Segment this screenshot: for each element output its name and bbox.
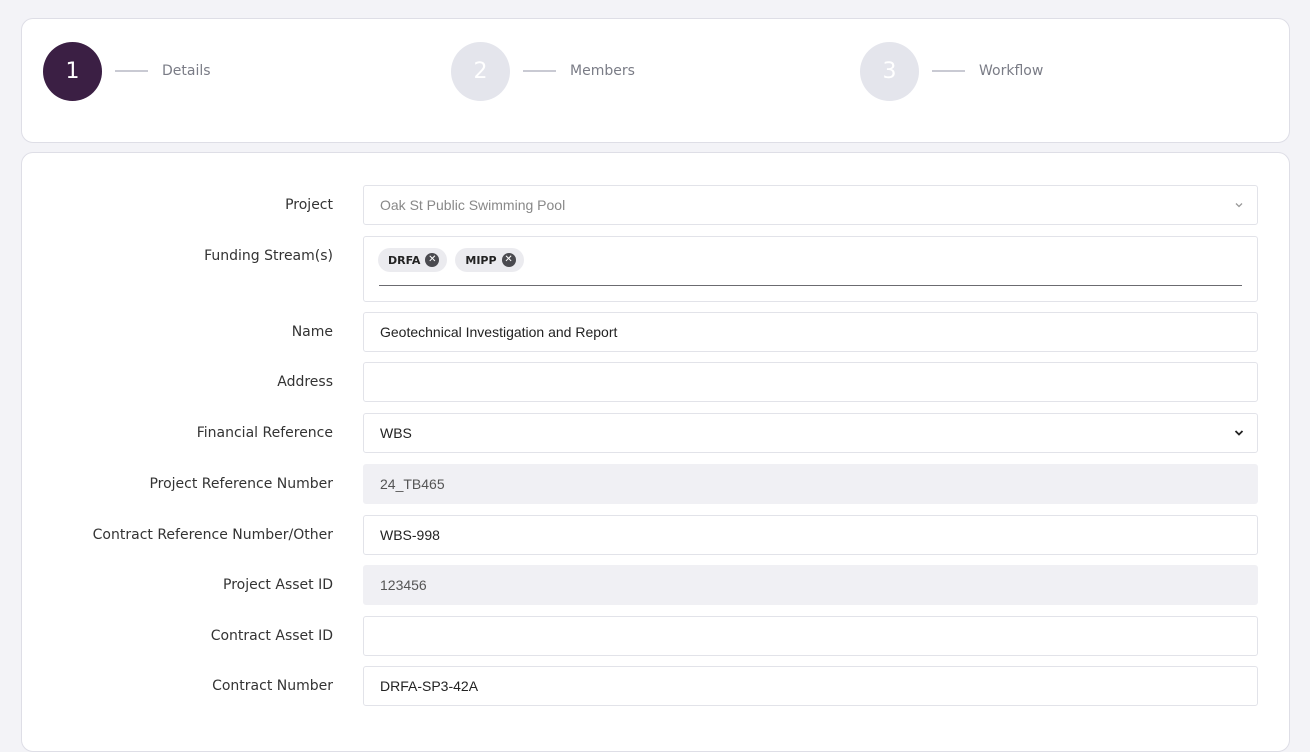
contract-asset-id-label: Contract Asset ID	[210, 628, 333, 644]
step-connector	[523, 70, 556, 72]
step-number: 1	[43, 41, 102, 101]
funding-label: Funding Stream(s)	[204, 248, 333, 264]
project-asset-id-field: 123456	[363, 565, 1258, 605]
contract-number-value: DRFA-SP3-42A	[380, 678, 479, 694]
step-number: 3	[860, 41, 919, 101]
step-connector	[115, 70, 148, 72]
step-workflow[interactable]: 3 Workflow	[860, 41, 1043, 101]
name-label: Name	[291, 324, 333, 340]
step-label: Details	[162, 63, 211, 79]
funding-underline	[379, 285, 1242, 286]
chevron-down-icon	[1234, 430, 1244, 436]
financial-reference-value: WBS	[380, 425, 412, 441]
contract-asset-id-input[interactable]	[363, 616, 1258, 656]
project-reference-number-label: Project Reference Number	[149, 476, 333, 492]
funding-chip-drfa: DRFA ✕	[378, 248, 448, 272]
project-asset-id-label: Project Asset ID	[223, 577, 333, 593]
contract-number-label: Contract Number	[212, 678, 333, 694]
remove-chip-icon[interactable]: ✕	[425, 253, 440, 267]
name-value: Geotechnical Investigation and Report	[380, 324, 618, 340]
project-label: Project	[285, 197, 333, 213]
project-value: Oak St Public Swimming Pool	[380, 197, 566, 213]
contract-number-input[interactable]: DRFA-SP3-42A	[363, 666, 1258, 706]
step-label: Members	[570, 63, 635, 79]
chip-label: MIPP	[465, 253, 497, 267]
address-input[interactable]	[363, 362, 1258, 402]
contract-reference-number-label: Contract Reference Number/Other	[92, 527, 333, 543]
stepper: 1 Details 2 Members 3 Workflow	[21, 18, 1290, 143]
funding-chip-mipp: MIPP ✕	[455, 248, 524, 272]
chip-label: DRFA	[388, 253, 421, 267]
contract-reference-number-value: WBS-998	[380, 527, 440, 543]
financial-reference-label: Financial Reference	[196, 425, 333, 441]
project-reference-number-value: 24_TB465	[380, 476, 445, 492]
remove-chip-icon[interactable]: ✕	[501, 253, 516, 267]
step-connector	[932, 70, 965, 72]
contract-reference-number-input[interactable]: WBS-998	[363, 515, 1258, 555]
financial-reference-select[interactable]: WBS	[363, 413, 1258, 453]
step-details[interactable]: 1 Details	[43, 41, 211, 101]
project-select[interactable]: Oak St Public Swimming Pool	[363, 185, 1258, 225]
name-input[interactable]: Geotechnical Investigation and Report	[363, 312, 1258, 352]
step-number: 2	[451, 41, 510, 101]
project-reference-number-field: 24_TB465	[363, 464, 1258, 504]
project-asset-id-value: 123456	[380, 577, 427, 593]
address-label: Address	[277, 374, 333, 390]
step-members[interactable]: 2 Members	[451, 41, 635, 101]
funding-multiselect[interactable]: DRFA ✕ MIPP ✕	[363, 236, 1258, 302]
details-form: Project Oak St Public Swimming Pool Fund…	[21, 152, 1290, 752]
step-label: Workflow	[979, 63, 1044, 79]
chevron-down-icon	[1235, 203, 1243, 208]
